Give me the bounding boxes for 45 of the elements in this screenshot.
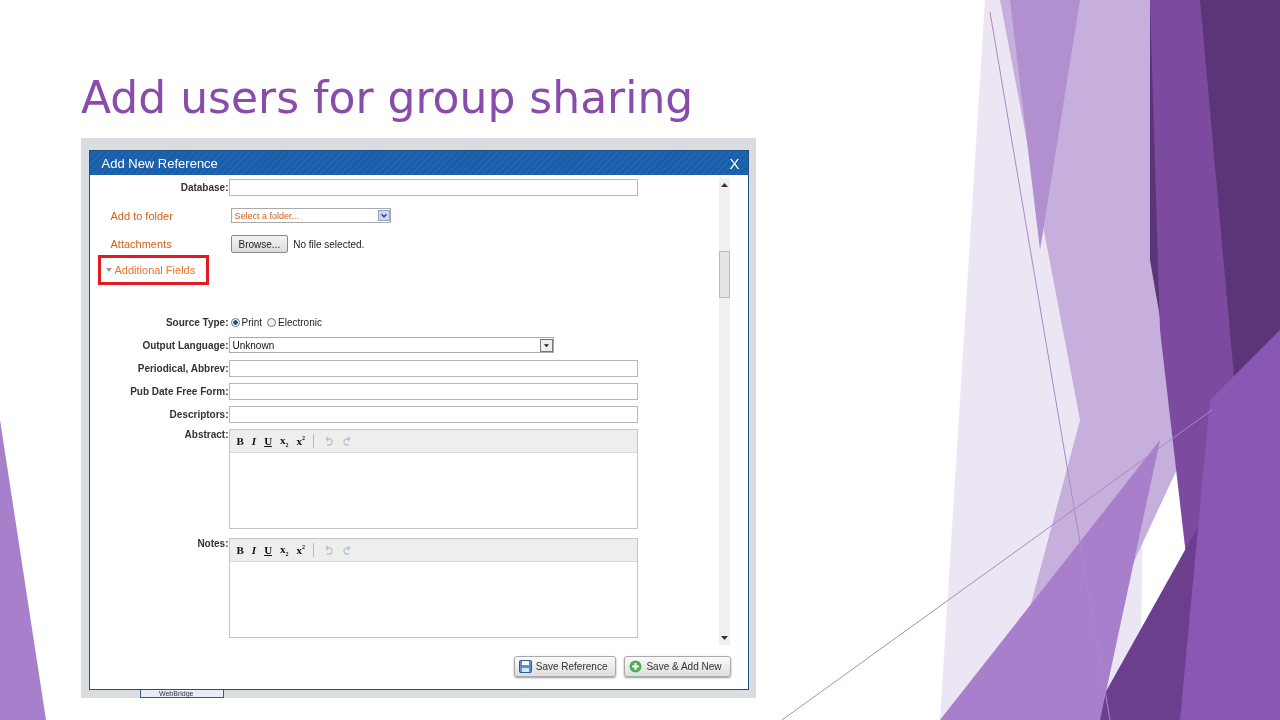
- save-reference-button[interactable]: Save Reference: [513, 656, 617, 677]
- rich-text-editor[interactable]: B I U x$_{2}$ x$^{2}$: [228, 429, 638, 529]
- scroll-down-arrow-icon[interactable]: [720, 636, 728, 641]
- rich-text-editor[interactable]: B I U x$_{2}$ x$^{2}$: [228, 538, 638, 638]
- field-label: Attachments: [109, 238, 173, 250]
- scrollbar[interactable]: [718, 178, 730, 645]
- text-field[interactable]: [228, 383, 638, 400]
- text-field[interactable]: [228, 360, 638, 377]
- radio-label: Electronic: [278, 317, 322, 328]
- field-label: Add to folder: [109, 209, 174, 222]
- close-button[interactable]: X: [729, 154, 740, 172]
- file-status: No file selected.: [293, 238, 365, 250]
- browse-button[interactable]: Browse...: [230, 235, 289, 253]
- field-label: Source Type:: [164, 317, 229, 328]
- italic-button[interactable]: I: [248, 544, 260, 556]
- text-field[interactable]: [228, 406, 638, 423]
- field-label: Output Language:: [141, 339, 229, 351]
- field-label: Pub Date Free Form:: [129, 386, 229, 397]
- underline-button[interactable]: U: [261, 435, 276, 447]
- field-label: Periodical, Abbrev:: [136, 363, 229, 374]
- bold-button[interactable]: B: [233, 435, 247, 447]
- field-label: Descriptors:: [168, 409, 229, 420]
- plus-icon: [629, 660, 643, 673]
- field-label: Database:: [179, 182, 229, 193]
- underline-button[interactable]: U: [261, 544, 276, 556]
- subscript-button[interactable]: x$_{2}$: [277, 433, 292, 449]
- superscript-button[interactable]: x$^{2}$: [293, 435, 309, 447]
- folder-select[interactable]: Select a folder...: [230, 208, 391, 223]
- save-add-new-button[interactable]: Save & Add New: [624, 656, 731, 677]
- radio-label: Print: [241, 317, 263, 328]
- bold-button[interactable]: B: [233, 544, 247, 556]
- radio-button[interactable]: [267, 318, 277, 327]
- radio-button[interactable]: [230, 318, 240, 327]
- italic-button[interactable]: I: [248, 435, 260, 447]
- slide-title: Add users for group sharing: [81, 72, 694, 123]
- dialog-title: Add New Reference: [101, 155, 218, 171]
- text-field[interactable]: [228, 179, 638, 196]
- language-select[interactable]: Unknown: [228, 337, 554, 353]
- field-label: Abstract:: [183, 429, 229, 440]
- subscript-button[interactable]: x$_{2}$: [277, 542, 292, 558]
- superscript-button[interactable]: x$^{2}$: [293, 544, 309, 556]
- scroll-up-arrow-icon[interactable]: [720, 182, 728, 187]
- scrollbar-thumb[interactable]: [718, 251, 730, 298]
- field-label: Notes:: [196, 538, 229, 549]
- chevron-down-icon: [377, 210, 390, 221]
